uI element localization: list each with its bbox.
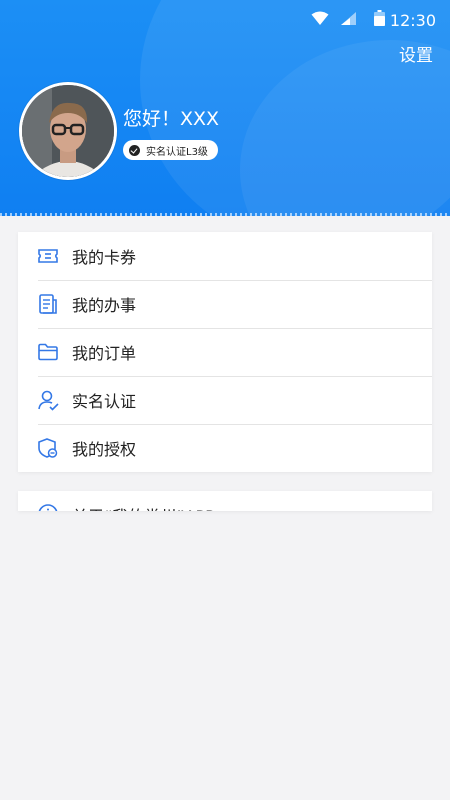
menu-item-label: 我的卡券: [72, 248, 137, 267]
wifi-icon: [311, 11, 329, 25]
check-circle-icon: [129, 144, 140, 156]
coupon-icon: [38, 249, 58, 263]
avatar-image: [22, 85, 114, 177]
user-verified-icon: [38, 390, 59, 411]
verification-badge-label: 实名认证L3级: [146, 146, 208, 158]
avatar[interactable]: [19, 82, 117, 180]
menu-item-label: 我的授权: [72, 440, 137, 459]
menu-item-label: 我的订单: [72, 344, 137, 363]
greeting-text: 您好！XXX: [123, 108, 220, 130]
status-time: 12:30: [389, 11, 436, 30]
menu-card: 我的卡券 我的办事 我的订单 实名认证 我的授权: [18, 232, 432, 472]
menu-item-verification[interactable]: 实名认证: [18, 376, 432, 424]
verification-badge: 实名认证L3级: [123, 140, 218, 160]
document-icon: [39, 294, 57, 314]
menu-item-label: 实名认证: [72, 392, 137, 411]
info-icon: [38, 504, 58, 511]
signal-icon: [341, 12, 356, 25]
about-card: 关于“我的常州”APP: [18, 491, 432, 511]
settings-button[interactable]: 设置: [399, 41, 433, 66]
menu-item-affairs[interactable]: 我的办事: [18, 280, 432, 328]
folder-icon: [38, 343, 58, 361]
status-bar: 12:30: [0, 0, 450, 38]
battery-icon: [374, 10, 385, 26]
menu-item-about[interactable]: 关于“我的常州”APP: [18, 491, 432, 511]
menu-item-label: 我的办事: [72, 296, 137, 315]
shield-icon: [38, 438, 58, 458]
menu-item-label: 关于“我的常州”APP: [72, 503, 215, 511]
menu-item-coupons[interactable]: 我的卡券: [18, 232, 432, 280]
menu-item-orders[interactable]: 我的订单: [18, 328, 432, 376]
menu-item-authorization[interactable]: 我的授权: [18, 424, 432, 472]
